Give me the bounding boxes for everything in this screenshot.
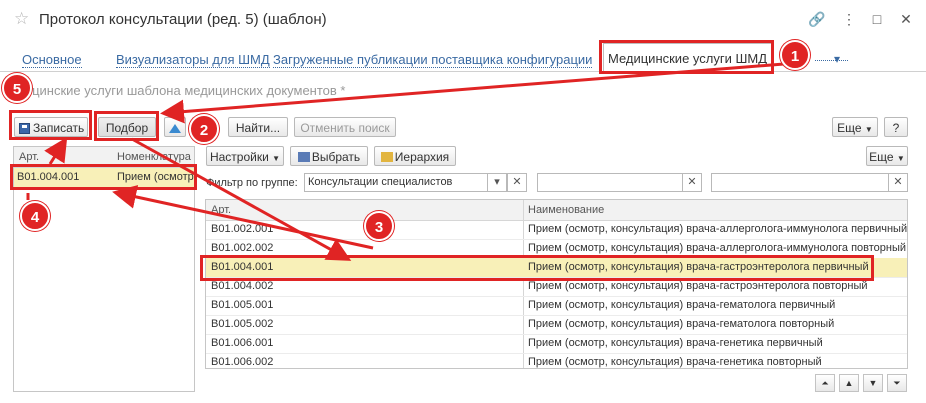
annotation-badge-1: 1	[780, 40, 810, 70]
annotation-badge-3: 3	[364, 211, 394, 241]
annotation-badge-5: 5	[2, 73, 32, 103]
annotation-badge-2: 2	[189, 114, 219, 144]
annotation-badge-4: 4	[20, 201, 50, 231]
